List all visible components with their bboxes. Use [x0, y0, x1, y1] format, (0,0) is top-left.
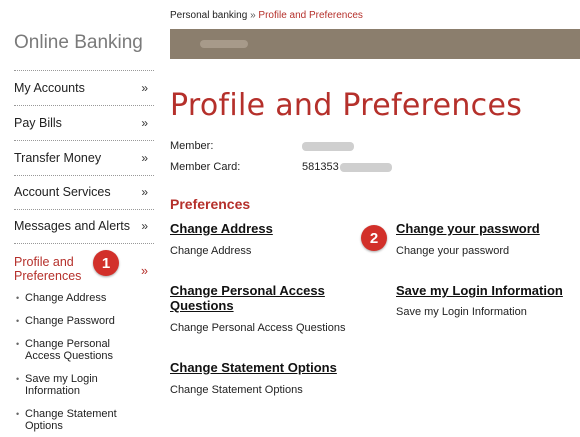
- subnav-label-line1: Change Personal: [25, 338, 111, 350]
- subnav-label-line1: Change Statement: [25, 408, 117, 420]
- bullet-icon: •: [16, 409, 20, 419]
- bullet-icon: •: [16, 316, 20, 326]
- change-questions-link[interactable]: Change Personal Access Questions: [170, 283, 325, 313]
- subnav-item-save-login[interactable]: • Save my Login Information: [16, 373, 126, 397]
- breadcrumb: Personal banking » Profile and Preferenc…: [170, 10, 363, 21]
- sidebar-item-profile-preferences[interactable]: Profile and Preferences »: [14, 255, 154, 285]
- subnav-label: Change Password: [25, 315, 115, 327]
- change-password-desc: Change your password: [396, 245, 510, 257]
- subnav-item-change-questions[interactable]: • Change Personal Access Questions: [16, 338, 126, 362]
- subnav-label-line2: Options: [25, 420, 63, 432]
- change-questions-desc: Change Personal Access Questions: [170, 322, 346, 334]
- redacted-card-number: [340, 163, 392, 172]
- chevron-right-icon: »: [141, 150, 148, 165]
- chevron-right-icon: »: [141, 80, 148, 95]
- change-questions-title-line2: Questions: [170, 298, 234, 313]
- bullet-icon: •: [16, 339, 20, 349]
- page-title: Profile and Preferences: [170, 88, 523, 123]
- change-address-link[interactable]: Change Address: [170, 221, 273, 236]
- subnav-label-line1: Save my Login: [25, 373, 98, 385]
- sidebar-item-transfer-money[interactable]: Transfer Money »: [14, 141, 154, 174]
- save-login-link[interactable]: Save my Login Information: [396, 283, 563, 298]
- redacted-name: [200, 40, 248, 48]
- member-label: Member:: [170, 140, 214, 152]
- chevron-right-icon: »: [141, 264, 148, 278]
- subnav-item-change-address[interactable]: • Change Address: [16, 292, 126, 304]
- sidebar-item-pay-bills[interactable]: Pay Bills »: [14, 106, 154, 139]
- sidebar-item-label-line1: Profile and: [14, 255, 74, 269]
- step-badge-1: 1: [93, 250, 119, 276]
- step-badge-2: 2: [361, 225, 387, 251]
- redacted-member-name: [302, 142, 354, 151]
- subnav-label-line2: Information: [25, 385, 81, 397]
- sidebar-item-my-accounts[interactable]: My Accounts »: [14, 71, 154, 104]
- sidebar-item-account-services[interactable]: Account Services »: [14, 175, 154, 208]
- subnav-label: Change Address: [25, 292, 107, 304]
- change-statement-link[interactable]: Change Statement Options: [170, 360, 337, 375]
- breadcrumb-current: Profile and Preferences: [258, 10, 363, 21]
- sidebar-item-messages-alerts[interactable]: Messages and Alerts »: [14, 209, 154, 242]
- chevron-right-icon: »: [141, 218, 148, 233]
- preferences-heading: Preferences: [170, 196, 251, 212]
- sidebar-title: Online Banking: [14, 32, 143, 53]
- subnav-label-line2: Access Questions: [25, 350, 114, 362]
- change-address-desc: Change Address: [170, 245, 252, 257]
- bullet-icon: •: [16, 374, 20, 384]
- sidebar-item-label: Messages and Alerts: [14, 218, 131, 233]
- change-password-link[interactable]: Change your password: [396, 221, 540, 236]
- sidebar-item-label: Pay Bills: [14, 115, 62, 130]
- change-statement-desc: Change Statement Options: [170, 384, 303, 396]
- divider: [14, 243, 154, 244]
- chevron-right-icon: »: [141, 184, 148, 199]
- subnav-item-change-statement[interactable]: • Change Statement Options: [16, 408, 126, 432]
- breadcrumb-separator: »: [250, 10, 256, 21]
- change-questions-title-line1: Change Personal Access: [170, 283, 325, 298]
- breadcrumb-root[interactable]: Personal banking: [170, 10, 247, 21]
- member-card-prefix: 581353: [302, 161, 339, 173]
- bullet-icon: •: [16, 293, 20, 303]
- header-banner: [170, 29, 580, 59]
- sidebar-item-label-line2: Preferences: [14, 269, 82, 283]
- sidebar-item-label: Transfer Money: [14, 150, 102, 165]
- sidebar-item-label: Account Services: [14, 184, 111, 199]
- subnav-item-change-password[interactable]: • Change Password: [16, 315, 126, 327]
- save-login-desc: Save my Login Information: [396, 306, 527, 318]
- member-card-label: Member Card:: [170, 161, 241, 173]
- sidebar-item-label: My Accounts: [14, 80, 85, 95]
- chevron-right-icon: »: [141, 115, 148, 130]
